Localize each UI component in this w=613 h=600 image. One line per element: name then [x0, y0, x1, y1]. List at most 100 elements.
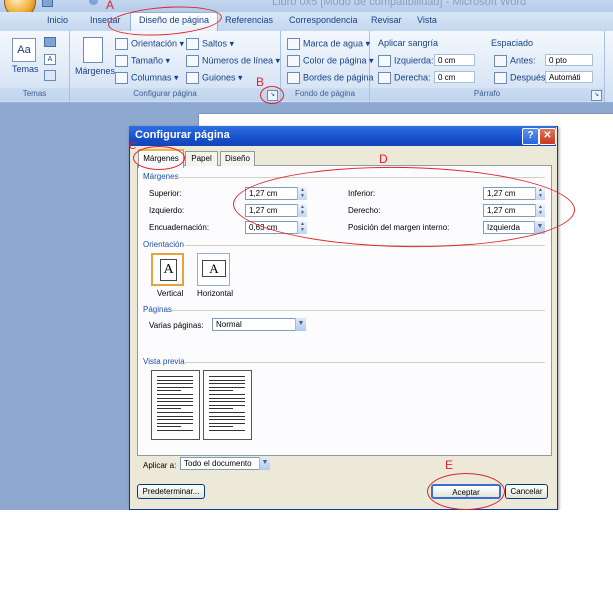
hyphenation-icon [186, 72, 199, 84]
temas-button[interactable]: Temas [12, 64, 39, 74]
preview-text-line [157, 412, 193, 413]
preview-text-line [209, 426, 233, 428]
margins-icon[interactable] [83, 37, 103, 63]
watermark-icon [287, 38, 300, 50]
size-icon [115, 55, 128, 67]
preview-text-line [157, 401, 193, 403]
preview-text-line [157, 404, 193, 406]
fondo-group-label: Fondo de página [294, 89, 356, 98]
marca-agua-button[interactable]: Marca de agua ▾ [287, 38, 370, 50]
section-margenes: Márgenes [143, 172, 179, 181]
cancelar-button[interactable]: Cancelar [505, 484, 548, 499]
tab-papel[interactable]: Papel [185, 151, 218, 166]
orientation-vertical-label: Vertical [157, 289, 184, 298]
indent-right-icon [378, 72, 391, 84]
tamano-label: Tamaño [131, 55, 164, 66]
tamano-button[interactable]: Tamaño ▾ [115, 55, 170, 67]
annotation-label-e: E [445, 458, 454, 472]
espaciado-antes-label: Antes: [494, 55, 536, 67]
section-vista-previa: Vista previa [143, 357, 185, 366]
preview-text-line [157, 394, 193, 395]
guiones-label: Guiones [202, 72, 236, 83]
numeros-linea-button[interactable]: Números de línea ▾ [186, 55, 280, 67]
guiones-button[interactable]: Guiones ▾ [186, 72, 243, 84]
close-icon[interactable]: ✕ [539, 128, 556, 145]
preview-text-line [157, 376, 193, 377]
help-icon[interactable]: ? [522, 128, 539, 145]
bordes-pagina-label: Bordes de página [303, 72, 374, 83]
preview-text-line [209, 379, 245, 381]
orientacion-button[interactable]: Orientación ▾ [115, 38, 184, 50]
preview-text-line [209, 401, 245, 403]
section-divider [185, 362, 545, 363]
aplicar-sangria-label: Aplicar sangría [378, 38, 439, 48]
sangria-izquierda-input[interactable]: 0 cm [434, 54, 475, 66]
preview-text-line [157, 397, 193, 399]
chevron-down-icon[interactable]: ▼ [259, 457, 270, 470]
preview-text-line [157, 386, 193, 388]
varias-paginas-label: Varias páginas: [149, 321, 204, 330]
derecha-text: Derecha: [394, 72, 431, 83]
izquierda-text: Izquierda: [394, 55, 434, 66]
theme-fonts-icon[interactable]: A [44, 54, 56, 65]
varias-paginas-select[interactable]: Normal [212, 318, 306, 331]
sangria-izquierda-label: Izquierda: [378, 55, 434, 67]
columnas-button[interactable]: Columnas ▾ [115, 72, 179, 84]
theme-effects-icon[interactable] [44, 70, 56, 81]
tab-correspondencia[interactable]: Correspondencia [289, 15, 358, 25]
aplicar-a-select[interactable]: Todo el documento [180, 457, 270, 470]
margenes-button[interactable]: Márgenes [75, 66, 115, 76]
orientation-vertical-button[interactable]: A [151, 253, 184, 286]
annotation-ellipse-e [427, 473, 505, 510]
portrait-page-icon: A [160, 259, 177, 281]
predeterminar-button[interactable]: Predeterminar... [137, 484, 205, 499]
section-paginas: Páginas [143, 305, 172, 314]
themes-icon[interactable]: Aa [12, 38, 36, 62]
dialog-title: Configurar página [135, 129, 230, 141]
orientacion-label: Orientación [131, 38, 178, 49]
orientation-horizontal-button[interactable]: A [197, 253, 230, 286]
espaciado-label: Espaciado [491, 38, 534, 48]
annotation-label-a: A [106, 0, 115, 12]
espaciado-antes-input[interactable]: 0 pto [545, 54, 593, 66]
preview-text-line [209, 397, 245, 399]
espaciado-despues-input[interactable]: Automáti [545, 71, 593, 83]
annotation-label-c: C [129, 141, 137, 152]
tab-referencias[interactable]: Referencias [225, 15, 273, 25]
bordes-pagina-button[interactable]: Bordes de página [287, 72, 374, 84]
page-borders-icon [287, 72, 300, 84]
parrafo-group-label: Párrafo [473, 89, 501, 98]
annotation-label-b: B [256, 75, 265, 89]
tab-vista[interactable]: Vista [417, 15, 437, 25]
spacing-after-icon [494, 72, 507, 84]
tab-revisar[interactable]: Revisar [371, 15, 402, 25]
section-divider [172, 310, 545, 311]
preview-text-line [157, 422, 193, 424]
color-pagina-label: Color de página [303, 55, 367, 66]
temas-group-label: Temas [22, 89, 47, 98]
preview-text-line [209, 419, 245, 421]
indent-left-icon [378, 55, 391, 67]
numeros-linea-label: Números de línea [202, 55, 274, 66]
preview-text-line [209, 422, 245, 424]
chevron-down-icon[interactable]: ▼ [295, 318, 306, 331]
screenshot: Libro 0x5 [Modo de compatibilidad] - Mic… [0, 0, 613, 510]
tab-inicio[interactable]: Inicio [47, 15, 68, 25]
save-icon[interactable] [42, 0, 53, 7]
theme-colors-icon[interactable] [44, 37, 56, 47]
preview-text-line [209, 394, 245, 395]
espaciado-despues-label: Después: [494, 72, 548, 84]
breaks-icon [186, 38, 199, 50]
spacing-before-icon [494, 55, 507, 67]
saltos-button[interactable]: Saltos ▾ [186, 38, 234, 50]
tab-diseno[interactable]: Diseño [220, 151, 255, 166]
parrafo-launcher-icon[interactable]: ↘ [591, 90, 602, 101]
preview-text-line [157, 408, 181, 410]
preview-text-line [209, 376, 245, 377]
marca-agua-label: Marca de agua [303, 38, 364, 49]
orientation-horizontal-label: Horizontal [197, 289, 234, 298]
columns-icon [115, 72, 128, 84]
sangria-derecha-input[interactable]: 0 cm [434, 71, 475, 83]
color-pagina-button[interactable]: Color de página ▾ [287, 55, 374, 67]
preview-text-line [157, 390, 181, 392]
